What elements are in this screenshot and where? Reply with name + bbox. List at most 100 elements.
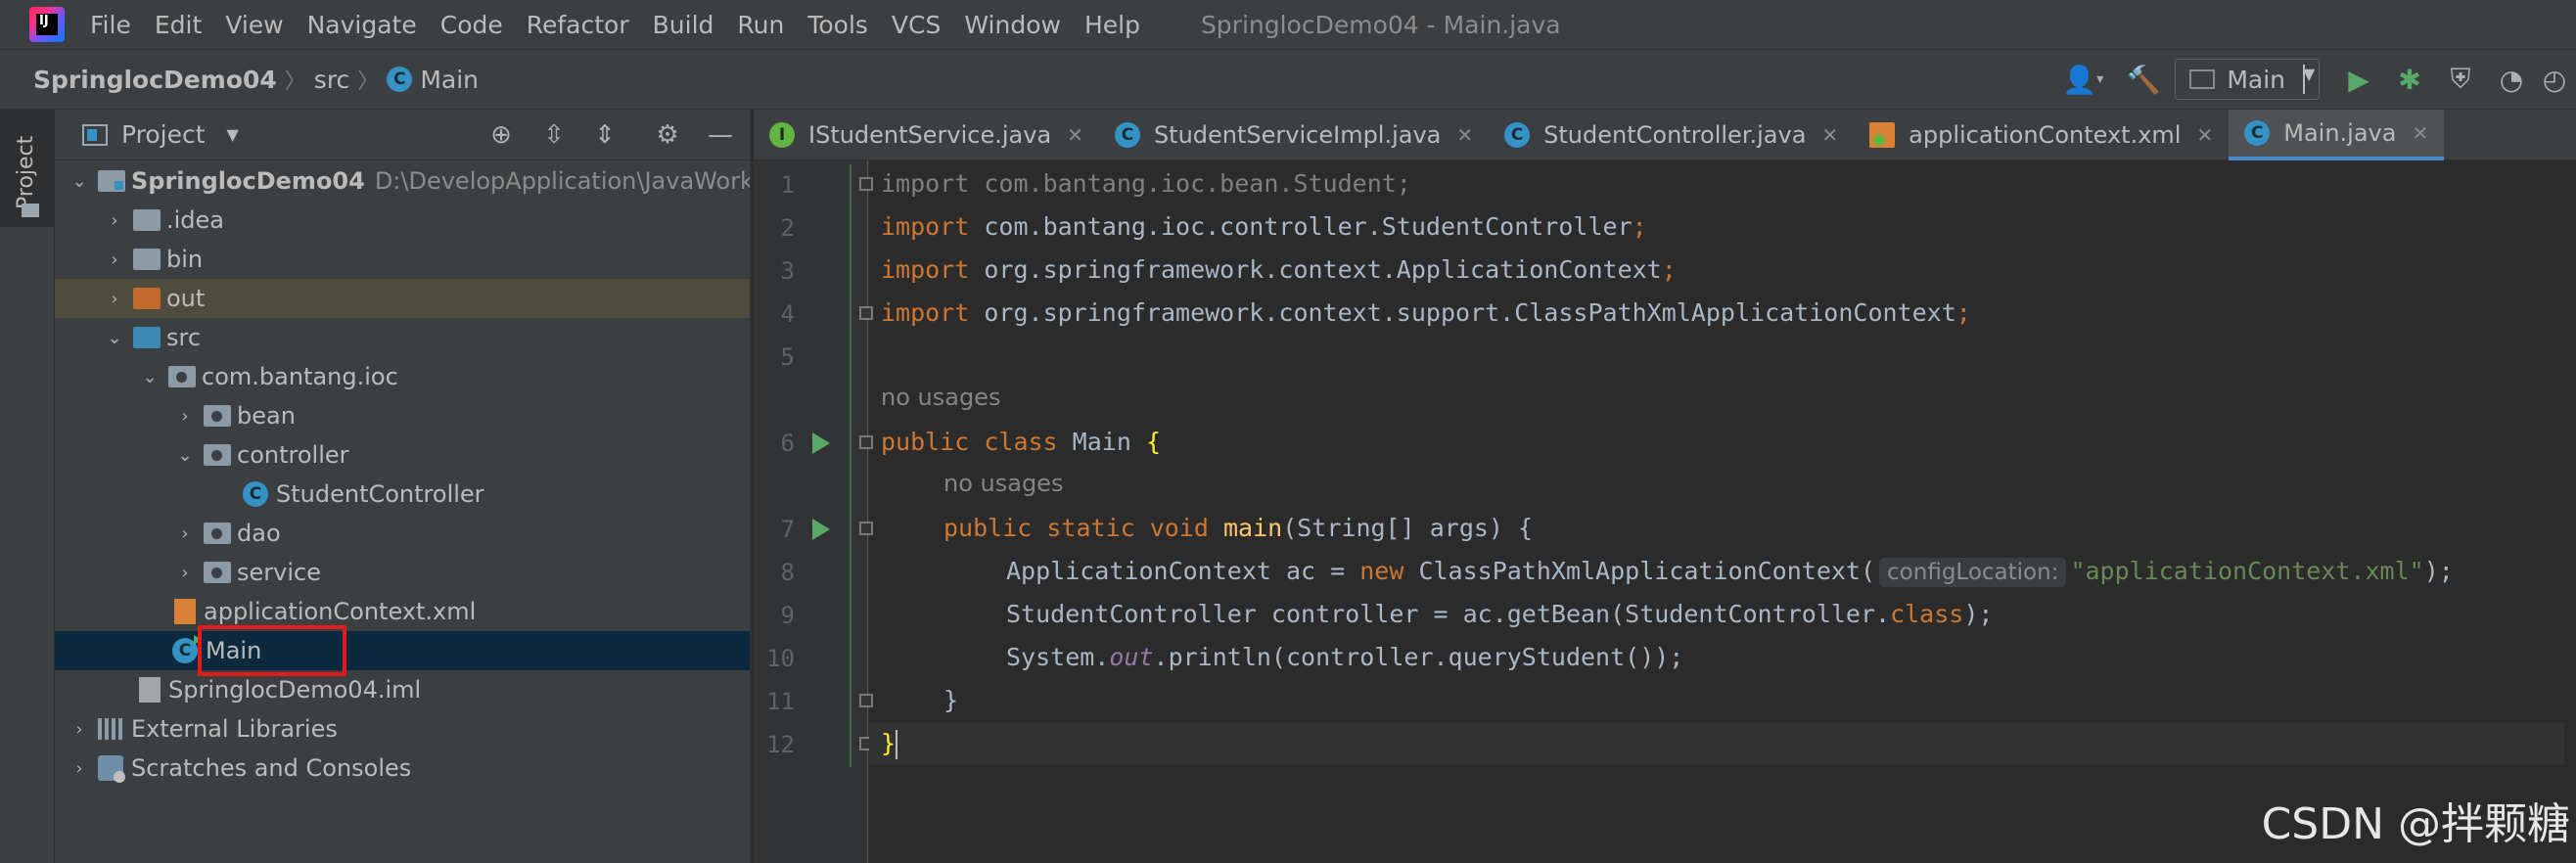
run-icon[interactable]: ▶ [2337,58,2380,101]
project-view-selector[interactable]: Project [121,120,206,149]
menu-code[interactable]: Code [440,11,503,39]
tree-item-package-root[interactable]: ⌄ com.bantang.ioc [55,357,750,396]
select-opened-file-icon[interactable]: ⊕ [485,119,517,151]
tree-item-dao[interactable]: › dao [55,514,750,553]
tree-item-bin[interactable]: › bin [55,240,750,279]
breadcrumb-file[interactable]: Main [420,66,479,94]
chevron-down-icon[interactable]: ⌄ [104,328,125,348]
chevron-right-icon[interactable]: › [174,563,196,583]
debug-bug-icon[interactable]: ✱ [2388,58,2431,101]
fold-marker-icon[interactable] [859,694,873,707]
tree-item-bean[interactable]: › bean [55,396,750,435]
tab-istudentservice[interactable]: I IStudentService.java ✕ [754,110,1099,160]
tree-item-label: SpringlocDemo04 [131,167,365,195]
close-icon[interactable]: ✕ [1821,123,1838,147]
tree-item-controller[interactable]: ⌄ controller [55,435,750,475]
tree-item-project-root[interactable]: ⌄ SpringlocDemo04 D:\DevelopApplication\… [55,161,750,201]
chevron-right-icon[interactable]: › [104,250,125,270]
fold-marker-icon[interactable] [859,306,873,320]
menu-view[interactable]: View [225,11,283,39]
menu-run[interactable]: Run [737,11,784,39]
chevron-right-icon[interactable]: › [174,406,196,427]
library-icon [98,718,123,740]
package-icon [204,522,231,544]
tree-item-student-controller[interactable]: C StudentController [55,475,750,514]
line-number: 5 [780,343,795,371]
menu-build[interactable]: Build [653,11,714,39]
more-actions-icon[interactable]: ◴ [2533,58,2576,101]
close-icon[interactable]: ✕ [1456,123,1473,147]
menu-tools[interactable]: Tools [807,11,868,39]
chevron-down-icon[interactable]: ⌄ [174,445,196,466]
title-bar: IJ File Edit View Navigate Code Refactor… [0,0,2576,49]
chevron-right-icon[interactable]: › [104,289,125,309]
tree-item-label: service [237,559,321,586]
hide-panel-icon[interactable]: — [705,119,736,151]
chevron-down-icon[interactable]: ▼ [227,125,239,144]
expand-all-icon[interactable]: ⇳ [538,119,570,151]
project-tab-label: Project [14,135,38,209]
breadcrumb-src[interactable]: src [314,66,350,94]
tree-item-idea[interactable]: › .idea [55,201,750,240]
menu-file[interactable]: File [90,11,131,39]
parameter-hint: configLocation: [1879,558,2067,587]
build-hammer-icon[interactable]: 🔨 [2122,58,2165,101]
menu-refactor[interactable]: Refactor [527,11,629,39]
breadcrumb: SpringlocDemo04 〉 src 〉 C Main [0,64,479,95]
text-caret [896,730,898,759]
run-gutter-icon[interactable] [812,432,830,454]
line-number: 1 [780,171,795,199]
tree-item-scratches[interactable]: › Scratches and Consoles [55,749,750,788]
menu-navigate[interactable]: Navigate [307,11,417,39]
tab-applicationcontext[interactable]: applicationContext.xml ✕ [1854,110,2229,160]
close-icon[interactable]: ✕ [2412,121,2428,145]
tree-item-external-libraries[interactable]: › External Libraries [55,709,750,749]
tree-item-iml[interactable]: SpringlocDemo04.iml [55,670,750,709]
fold-marker-icon[interactable] [859,522,873,535]
annotation-highlight-box [198,625,346,676]
tab-main[interactable]: C Main.java ✕ [2229,110,2445,160]
tree-item-application-context[interactable]: applicationContext.xml [55,592,750,631]
chevron-down-icon[interactable]: ⌄ [69,171,90,192]
close-icon[interactable]: ✕ [2196,123,2213,147]
chevron-right-icon[interactable]: › [69,758,90,779]
run-gutter-icon[interactable] [812,519,830,540]
project-tool-window-tab[interactable]: Project [0,110,55,227]
fold-marker-icon[interactable] [859,177,873,191]
tree-item-src[interactable]: ⌄ src [55,318,750,357]
code-line-12-current: } [869,722,2564,765]
chevron-right-icon[interactable]: › [174,523,196,544]
tree-item-out[interactable]: › out [55,279,750,318]
run-config-label: Main [2227,65,2285,94]
fold-separator [867,160,868,863]
code-line-8: ApplicationContext ac = new ClassPathXml… [1006,557,2454,587]
breadcrumb-project[interactable]: SpringlocDemo04 [33,66,277,94]
coverage-shield-icon[interactable]: ⛨ [2439,58,2482,101]
tree-item-main[interactable]: C Main [55,631,750,670]
usages-hint[interactable]: no usages [943,470,1063,497]
chevron-down-icon[interactable]: ⌄ [139,367,161,387]
project-panel: Project ▼ ⊕ ⇳ ⇕ ⚙ — ⌄ SpringlocDemo04 D:… [55,110,752,863]
usages-hint[interactable]: no usages [881,384,1000,411]
tree-item-label: com.bantang.ioc [202,363,398,390]
run-configuration-selector[interactable]: Main ▼ [2175,59,2320,100]
tab-studentcontroller[interactable]: C StudentController.java ✕ [1489,110,1854,160]
fold-marker-icon[interactable] [859,435,873,449]
module-file-icon [139,677,161,703]
tree-item-service[interactable]: › service [55,553,750,592]
profiler-icon[interactable]: ◔ [2490,58,2533,101]
menu-vcs[interactable]: VCS [892,11,941,39]
code-line-10: System.out.println(controller.queryStude… [1006,643,1684,671]
menu-window[interactable]: Window [964,11,1061,39]
chevron-right-icon[interactable]: › [104,210,125,231]
menu-help[interactable]: Help [1084,11,1140,39]
chevron-right-icon[interactable]: › [69,719,90,740]
close-icon[interactable]: ✕ [1067,123,1083,147]
tab-studentserviceimpl[interactable]: C StudentServiceImpl.java ✕ [1099,110,1489,160]
collapse-all-icon[interactable]: ⇕ [589,119,621,151]
gear-icon[interactable]: ⚙ [652,119,683,151]
folder-icon [133,209,161,231]
tab-label: StudentController.java [1543,121,1807,149]
account-icon[interactable]: 👤 ▾ [2051,58,2114,101]
menu-edit[interactable]: Edit [155,11,202,39]
